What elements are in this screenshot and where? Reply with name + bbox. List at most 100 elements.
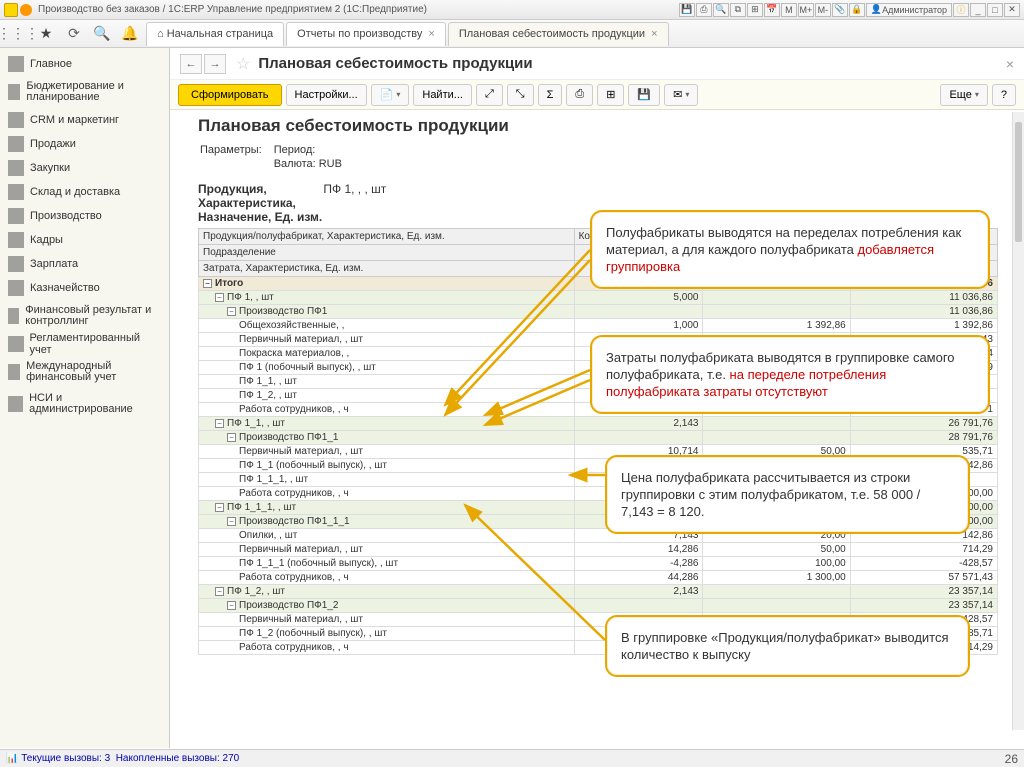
toolbar-calendar-icon[interactable]: 📅 (764, 3, 780, 17)
toolbar-clip-icon[interactable]: 📎 (832, 3, 848, 17)
tree-toggle-icon[interactable]: − (215, 587, 224, 596)
sidebar-item-3[interactable]: Продажи (0, 132, 169, 156)
table-row[interactable]: ПФ 1_1_1 (побочный выпуск), , шт-4,28610… (199, 557, 998, 571)
cell-name: Покраска материалов, , (199, 347, 575, 361)
tree-toggle-icon[interactable]: − (227, 601, 236, 610)
table-row[interactable]: Первичный материал, , шт14,28650,00714,2… (199, 543, 998, 557)
help-button[interactable]: ? (992, 84, 1016, 106)
tab-home[interactable]: ⌂ Начальная страница (146, 22, 284, 46)
close-icon[interactable]: × (651, 28, 657, 40)
settings-button[interactable]: Настройки... (286, 84, 367, 106)
toolbar-mminus[interactable]: M- (815, 3, 831, 17)
sidebar-item-2[interactable]: CRM и маркетинг (0, 108, 169, 132)
tree-toggle-icon[interactable]: − (215, 503, 224, 512)
sidebar-item-8[interactable]: Зарплата (0, 252, 169, 276)
history-icon[interactable]: ⟳ (62, 23, 86, 45)
sidebar-item-12[interactable]: Международный финансовый учет (0, 356, 169, 388)
tree-toggle-icon[interactable]: − (227, 517, 236, 526)
cell-price (703, 585, 850, 599)
toolbar-search-icon[interactable]: 🔍 (713, 3, 729, 17)
dropdown-icon[interactable] (20, 4, 32, 16)
cell-cost: 28 791,76 (850, 431, 997, 445)
variants-button[interactable]: 📄▾ (371, 84, 410, 106)
sidebar-icon (8, 308, 19, 324)
toolbar-m[interactable]: M (781, 3, 797, 17)
table-button[interactable]: ⊞ (597, 84, 624, 106)
sidebar-label: CRM и маркетинг (30, 114, 119, 126)
print-button[interactable]: ⎙ (566, 84, 593, 106)
cell-price (703, 291, 850, 305)
sidebar-item-5[interactable]: Склад и доставка (0, 180, 169, 204)
table-row[interactable]: −Производство ПФ1_128 791,76 (199, 431, 998, 445)
toolbar-link-icon[interactable]: ⧉ (730, 3, 746, 17)
tree-toggle-icon[interactable]: − (227, 433, 236, 442)
tree-toggle-icon[interactable]: − (215, 293, 224, 302)
tab-reports[interactable]: Отчеты по производству × (286, 22, 446, 46)
close-icon[interactable]: × (428, 28, 434, 40)
save-button[interactable]: 💾 (628, 84, 660, 106)
form-button[interactable]: Сформировать (178, 84, 282, 106)
table-row[interactable]: Работа сотрудников, , ч44,2861 300,0057 … (199, 571, 998, 585)
expand-button[interactable]: ⤢ (476, 84, 503, 106)
sigma-button[interactable]: Σ (538, 84, 563, 106)
cell-name: Первичный материал, , шт (199, 613, 575, 627)
cell-cost: 714,29 (850, 543, 997, 557)
apps-icon[interactable]: ⋮⋮⋮ (6, 23, 30, 45)
tab-cost[interactable]: Плановая себестоимость продукции × (448, 22, 669, 46)
callout-1: Полуфабрикаты выводятся на переделах пот… (590, 210, 990, 289)
bell-icon[interactable]: 🔔 (118, 23, 142, 45)
cell-name: ПФ 1_1, , шт (199, 375, 575, 389)
collapse-button[interactable]: ⤡ (507, 84, 534, 106)
close-button[interactable]: ✕ (1004, 3, 1020, 17)
favorite-icon[interactable]: ☆ (236, 54, 250, 74)
vertical-scrollbar[interactable] (1012, 112, 1024, 730)
tree-toggle-icon[interactable]: − (215, 419, 224, 428)
sidebar-item-10[interactable]: Финансовый результат и контроллинг (0, 300, 169, 332)
nav-back-button[interactable]: ← (180, 54, 202, 74)
cell-name: −Производство ПФ1_1_1 (199, 515, 575, 529)
user-button[interactable]: 👤 Администратор (866, 3, 952, 17)
cell-cost: 1 392,86 (850, 319, 997, 333)
page-number: 26 (1005, 752, 1018, 766)
scrollbar-thumb[interactable] (1015, 122, 1022, 242)
toolbar-calc-icon[interactable]: ⊞ (747, 3, 763, 17)
sidebar-item-9[interactable]: Казначейство (0, 276, 169, 300)
table-row[interactable]: −Производство ПФ111 036,86 (199, 305, 998, 319)
tab-cost-label: Плановая себестоимость продукции (459, 28, 645, 40)
table-row[interactable]: −ПФ 1, , шт5,00011 036,86 (199, 291, 998, 305)
minimize-button[interactable]: _ (970, 3, 986, 17)
toolbar-save-icon[interactable]: 💾 (679, 3, 695, 17)
sidebar-item-11[interactable]: Регламентированный учет (0, 332, 169, 356)
table-row[interactable]: Общехозяйственные, ,1,0001 392,861 392,8… (199, 319, 998, 333)
toolbar-print-icon[interactable]: ⎙ (696, 3, 712, 17)
tree-toggle-icon[interactable]: − (203, 279, 212, 288)
sidebar-item-0[interactable]: Главное (0, 52, 169, 76)
table-row[interactable]: −Производство ПФ1_223 357,14 (199, 599, 998, 613)
find-button[interactable]: Найти... (413, 84, 472, 106)
sidebar-item-13[interactable]: НСИ и администрирование (0, 388, 169, 420)
toolbar-lock-icon[interactable]: 🔒 (849, 3, 865, 17)
callout-4: В группировке «Продукция/полуфабрикат» в… (605, 615, 970, 677)
sidebar-item-4[interactable]: Закупки (0, 156, 169, 180)
sidebar-icon (8, 232, 24, 248)
maximize-button[interactable]: □ (987, 3, 1003, 17)
page-close-button[interactable]: × (1006, 56, 1014, 72)
star-icon[interactable]: ★ (34, 23, 58, 45)
sidebar-item-6[interactable]: Производство (0, 204, 169, 228)
more-button[interactable]: Еще▾ (940, 84, 987, 106)
sidebar-item-7[interactable]: Кадры (0, 228, 169, 252)
sidebar-item-1[interactable]: Бюджетирование и планирование (0, 76, 169, 108)
nav-forward-button[interactable]: → (204, 54, 226, 74)
info-icon[interactable]: ⓘ (953, 3, 969, 17)
cell-name: −Итого (199, 277, 575, 291)
table-row[interactable]: −ПФ 1_2, , шт2,14323 357,14 (199, 585, 998, 599)
search-icon[interactable]: 🔍 (90, 23, 114, 45)
page-title: Плановая себестоимость продукции (258, 55, 1005, 72)
tree-toggle-icon[interactable]: − (227, 307, 236, 316)
sidebar-icon (8, 160, 24, 176)
cell-name: Первичный материал, , шт (199, 445, 575, 459)
toolbar-mplus[interactable]: M+ (798, 3, 814, 17)
mail-button[interactable]: ✉▾ (664, 84, 698, 106)
table-row[interactable]: −ПФ 1_1, , шт2,14326 791,76 (199, 417, 998, 431)
cell-name: Первичный материал, , шт (199, 543, 575, 557)
